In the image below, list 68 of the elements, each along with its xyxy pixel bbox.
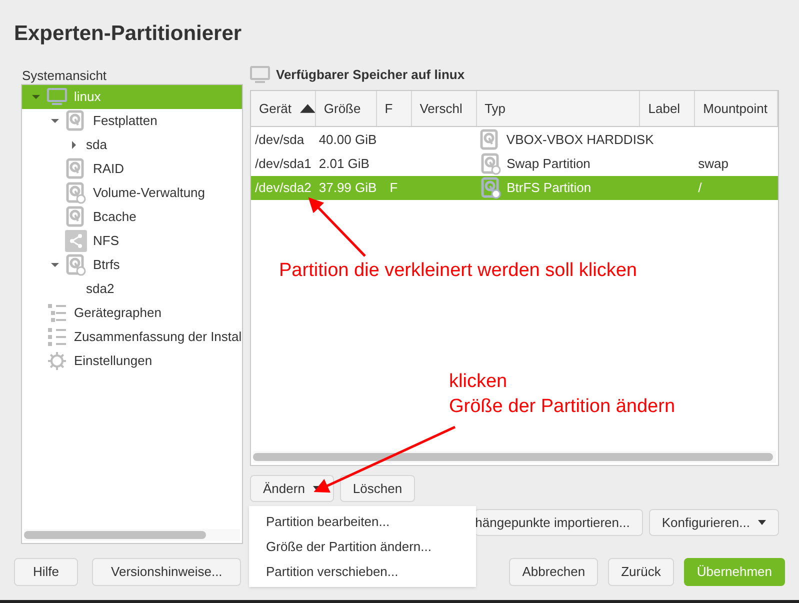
tree-item[interactable]: Btrfs	[22, 253, 242, 277]
menu-item[interactable]: Größe der Partition ändern...	[249, 534, 476, 559]
sort-ascending-icon	[300, 104, 315, 113]
column-header[interactable]: Label	[640, 91, 696, 126]
tree-item[interactable]: Bcache	[22, 205, 242, 229]
table-cell-text: VBOX-VBOX HARDDISK	[506, 131, 654, 150]
table-cell-text: /dev/sda2	[254, 179, 312, 198]
table-cell: /	[698, 180, 702, 196]
table-cell-text: Swap Partition	[506, 155, 590, 174]
dropdown-caret-icon	[758, 520, 766, 525]
column-header[interactable]: Typ	[476, 91, 640, 126]
settings-icon	[48, 352, 66, 370]
table-cell: F	[390, 180, 398, 196]
list-icon	[48, 328, 66, 346]
tree-item[interactable]: Volume-Verwaltung	[22, 181, 242, 205]
panel-label: Systemansicht	[21, 67, 108, 84]
column-header[interactable]: Verschl	[412, 91, 477, 126]
collapse-caret-icon[interactable]	[51, 117, 59, 125]
table-cell-text: 2.01 GiB	[318, 155, 370, 174]
button[interactable]: Konfigurieren...	[648, 509, 779, 536]
hard-disk-clock-icon	[480, 153, 501, 175]
button[interactable]: Hilfe	[14, 558, 78, 586]
column-header[interactable]: Gerät	[251, 91, 316, 126]
tree-item[interactable]: Einstellungen	[22, 349, 242, 373]
button[interactable]: Abbrechen	[509, 558, 598, 586]
collapse-caret-icon[interactable]	[32, 93, 40, 101]
tree-item[interactable]: Festplatten	[22, 109, 242, 133]
column-header[interactable]: F	[376, 91, 412, 126]
tree-item[interactable]: sda2	[22, 277, 242, 301]
table-cell-text: /dev/sda	[254, 131, 306, 150]
annotation-text: klicken Größe der Partition ändern	[449, 370, 676, 419]
hard-disk-clock-icon	[66, 254, 86, 276]
column-header[interactable]: Mountpoint	[695, 91, 778, 126]
table-cell: swap	[698, 156, 729, 172]
horizontal-scrollbar[interactable]	[253, 451, 776, 463]
hard-disk-clock-icon	[480, 177, 501, 199]
menu-item[interactable]: Partition verschieben...	[249, 559, 476, 584]
button[interactable]: hängepunkte importieren...	[475, 509, 643, 536]
window-title: Experten-Partitionierer	[14, 21, 243, 47]
tree-item[interactable]: RAID	[22, 157, 242, 181]
monitor-icon	[250, 66, 270, 84]
annotation-arrow	[308, 197, 366, 257]
monitor-icon	[47, 88, 67, 106]
share-icon	[65, 230, 87, 252]
tree-item[interactable]: Gerätegraphen	[22, 301, 242, 325]
button[interactable]: Versionshinweise...	[92, 558, 242, 586]
menu-item[interactable]: Partition bearbeiten...	[249, 509, 476, 534]
table-cell-text: BtrFS Partition	[506, 179, 592, 198]
column-header[interactable]: Größe	[316, 91, 377, 126]
horizontal-scrollbar[interactable]	[24, 529, 240, 541]
tree-item[interactable]: Zusammenfassung der Instal	[22, 325, 242, 349]
section-heading: Verfügbarer Speicher auf linux	[276, 66, 465, 84]
collapse-caret-icon[interactable]	[51, 261, 59, 269]
hard-disk-clock-icon	[66, 182, 86, 204]
table-cell-text: 37.99 GiB	[318, 179, 377, 198]
dropdown-caret-icon	[312, 486, 321, 491]
button[interactable]: Zurück	[608, 558, 674, 586]
table-cell-text: /dev/sda1	[254, 155, 312, 174]
button[interactable]: Ändern	[250, 475, 334, 502]
table-row[interactable]: /dev/sda1 2.01 GiB Swap Partition swap	[251, 152, 778, 176]
table-cell-text: 40.00 GiB	[318, 131, 377, 150]
table-row[interactable]: /dev/sda 40.00 GiB VBOX-VBOX HARDDISK	[251, 128, 778, 152]
tree-list-icon	[48, 304, 66, 322]
tree-item[interactable]: sda	[22, 133, 242, 157]
tree-item[interactable]: NFS	[22, 229, 242, 253]
expand-caret-icon[interactable]	[70, 141, 78, 149]
annotation-text: Partition die verkleinert werden soll klicken	[279, 259, 637, 283]
button[interactable]: Löschen	[340, 475, 416, 502]
